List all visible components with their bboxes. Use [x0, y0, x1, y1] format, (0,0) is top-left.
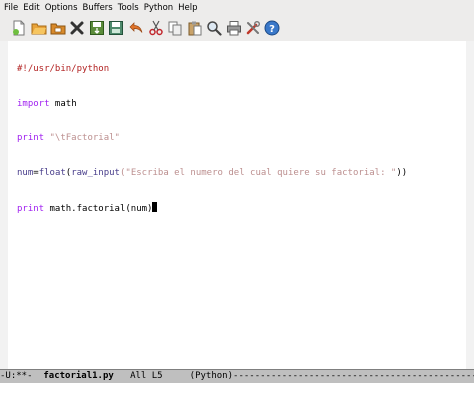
code-text: math.factorial(num) — [44, 204, 153, 214]
open-directory-icon[interactable] — [50, 20, 66, 36]
code-buffer[interactable]: #!/usr/bin/python import math print "\tF… — [17, 41, 407, 237]
text-cursor — [152, 202, 158, 212]
modeline-fill: ----------------------------------------… — [233, 371, 474, 381]
menu-options[interactable]: Options — [45, 3, 78, 13]
menu-buffers[interactable]: Buffers — [83, 3, 113, 13]
cut-icon[interactable] — [148, 20, 164, 36]
variable-name: num — [17, 167, 34, 178]
preferences-icon[interactable] — [245, 20, 261, 36]
close-buffer-icon[interactable] — [69, 20, 85, 36]
menu-file[interactable]: File — [4, 3, 18, 13]
minibuffer[interactable] — [0, 383, 474, 401]
editor-pane[interactable]: #!/usr/bin/python import math print "\tF… — [0, 41, 474, 369]
modeline-status: -U:**- — [0, 371, 44, 381]
code-line-5: print math.factorial(num) — [17, 202, 407, 214]
keyword-import: import — [17, 98, 50, 109]
help-icon[interactable]: ? — [264, 20, 280, 36]
builtin-raw-input: raw_input — [71, 167, 120, 178]
code-line-1: #!/usr/bin/python — [17, 64, 407, 76]
builtin-float: float — [38, 167, 66, 178]
new-file-icon[interactable] — [11, 20, 27, 36]
modeline-position: All L5 — [113, 371, 190, 381]
string-literal: "\tFactorial" — [44, 133, 120, 143]
code-text: math — [49, 98, 77, 109]
save-icon[interactable] — [89, 20, 105, 36]
menu-bar: File Edit Options Buffers Tools Python H… — [0, 0, 474, 16]
right-fringe — [466, 41, 474, 369]
menu-help[interactable]: Help — [178, 3, 197, 13]
save-as-icon[interactable] — [108, 20, 124, 36]
keyword-print: print — [17, 204, 45, 214]
toolbar: ? — [0, 16, 474, 42]
menu-tools[interactable]: Tools — [118, 3, 139, 13]
menu-python[interactable]: Python — [144, 3, 173, 13]
svg-text:?: ? — [269, 24, 275, 35]
modeline-buffer-name[interactable]: factorial1.py — [43, 371, 113, 381]
search-icon[interactable] — [206, 20, 222, 36]
keyword-print: print — [17, 133, 45, 143]
print-icon[interactable] — [226, 20, 242, 36]
code-line-4: num=float(raw_input("Escriba el numero d… — [17, 168, 407, 180]
code-line-3: print "\tFactorial" — [17, 133, 407, 145]
code-line-2: import math — [17, 99, 407, 111]
mode-line: -U:**- factorial1.py All L5 (Python)----… — [0, 369, 474, 384]
string-literal: ("Escriba el numero del cual quiere su f… — [119, 167, 397, 178]
paste-icon[interactable] — [187, 20, 203, 36]
undo-icon[interactable] — [128, 20, 144, 36]
left-fringe — [0, 41, 8, 369]
code-text: )) — [396, 167, 408, 178]
copy-icon[interactable] — [167, 20, 183, 36]
modeline-major-mode[interactable]: (Python) — [190, 371, 233, 381]
shebang-comment: #!/usr/bin/python — [17, 64, 110, 74]
menu-edit[interactable]: Edit — [23, 3, 39, 13]
open-folder-icon[interactable] — [31, 20, 47, 36]
